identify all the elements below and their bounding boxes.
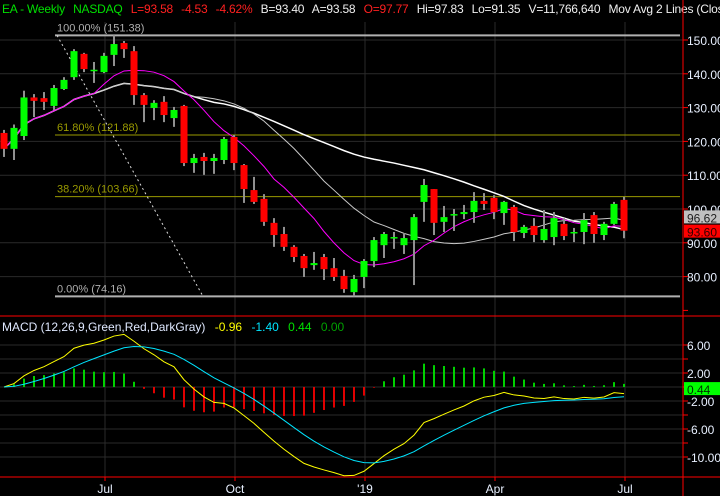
fib-label: 61.80% (121.88) [57,122,138,134]
candle-down [490,197,498,213]
candle-up [610,203,618,224]
candle-down [30,97,38,101]
candle-down [180,105,188,164]
candle-up [220,139,228,160]
signal-value: -1.40 [251,320,279,334]
ma-price-badge: 96.62 [687,211,717,225]
price-tick-label: 130.00 [687,102,720,116]
macd-tick-label: -10.00 [687,451,720,465]
candle-up [450,214,458,216]
candle-down [230,137,238,164]
candle-down [80,53,88,70]
candle-down [250,190,258,202]
macd-title: MACD (12,26,9,Green,Red,DarkGray) [2,320,206,334]
candle-up [470,200,478,213]
candle-down [590,215,598,235]
price-tick-label: 120.00 [687,135,720,149]
candle-up [520,226,528,233]
candle-up [500,201,508,214]
fib-label: 38.20% (103.66) [57,184,138,196]
macd-legend: MACD (12,26,9,Green,Red,DarkGray) -0.96 … [2,320,350,334]
price-tick-label: 150.00 [687,34,720,48]
candle-up [190,157,198,164]
candle-down [270,222,278,236]
macd-value: -0.96 [214,320,243,334]
macd-badge: 0.44 [687,383,711,397]
candle-down [0,132,8,149]
time-tick-label: '19 [357,482,373,496]
candle-down [300,255,308,269]
candle-down [290,246,298,257]
macd-tick-label: 6.00 [687,339,711,353]
price-tick-label: 80.00 [687,271,717,285]
candle-up [410,217,418,241]
candle-down [480,200,488,204]
candle-down [530,225,538,236]
fib-trend-line [56,35,204,297]
macd-tick-label: 2.00 [687,367,711,381]
candle-down [130,51,138,96]
candle-up [10,127,18,149]
candle-up [460,212,468,215]
candle-up [540,228,548,241]
candle-up [310,263,318,266]
candle-up [360,261,368,277]
time-tick-label: Jul [617,482,632,496]
candle-up [390,237,398,239]
candle-down [560,223,568,237]
candle-up [420,185,428,202]
time-tick-label: Jul [97,482,112,496]
candle-up [60,79,68,90]
price-tick-label: 140.00 [687,68,720,82]
candle-down [330,268,338,277]
candle-up [600,223,608,236]
histogram-value: 0.44 [288,320,312,334]
fib-label: 0.00% (74.16) [57,283,126,295]
candle-down [120,43,128,50]
candle-up [550,218,558,238]
candle-down [280,234,288,247]
fib-label: 100.00% (151.38) [57,22,144,34]
candle-up [150,102,158,108]
candle-down [340,275,348,290]
candle-up [110,44,118,55]
candle-down [430,189,438,223]
moving-average-40 [3,82,625,231]
candle-up [50,87,58,106]
candle-down [320,256,328,270]
candle-up [380,234,388,246]
price-tick-label: 110.00 [687,169,720,183]
candle-up [400,238,408,246]
time-tick-label: Oct [226,482,245,496]
candle-down [510,206,518,232]
zero-value: 0.00 [320,320,345,334]
candle-up [170,109,178,119]
candle-up [580,220,588,232]
candle-down [160,101,168,116]
candle-down [240,165,248,190]
candle-up [100,55,108,73]
candle-up [20,97,28,136]
time-tick-label: Apr [486,482,505,496]
candle-up [90,69,98,72]
moving-average-10 [3,69,625,266]
last-price-badge: 93.60 [687,226,717,240]
candle-up [210,157,218,162]
candle-down [140,95,148,105]
candle-up [440,217,448,222]
candle-down [260,198,268,222]
candle-up [370,240,378,262]
price-chart[interactable]: 150.00140.00130.00120.00110.00100.0090.0… [0,0,720,496]
candle-down [200,156,208,162]
candle-up [70,51,78,78]
candle-up [350,278,358,293]
candle-down [620,199,628,231]
candle-down [40,98,48,102]
candle-up [570,231,578,234]
macd-tick-label: -6.00 [687,423,715,437]
